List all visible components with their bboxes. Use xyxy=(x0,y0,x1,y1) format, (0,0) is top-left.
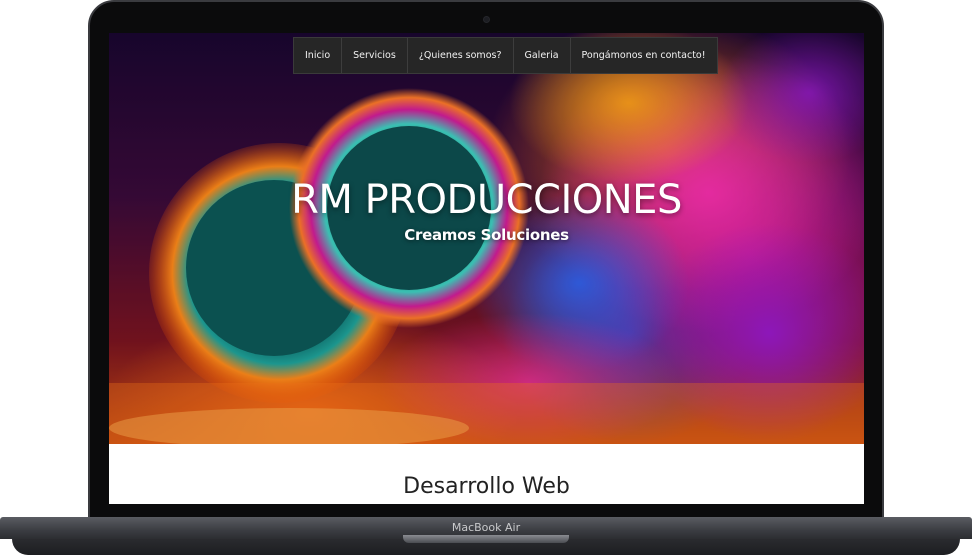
device-mockup: Inicio Servicios ¿Quienes somos? Galeria… xyxy=(0,0,972,558)
laptop-base: MacBook Air xyxy=(0,517,972,558)
hero-title: RM PRODUCCIONES xyxy=(291,177,682,223)
hinge-notch xyxy=(403,535,569,543)
nav-item-contacto[interactable]: Pongámonos en contacto! xyxy=(571,38,717,73)
section-title: Desarrollo Web xyxy=(403,474,570,499)
hero-banner: Inicio Servicios ¿Quienes somos? Galeria… xyxy=(109,33,864,444)
nav-item-galeria[interactable]: Galeria xyxy=(514,38,571,73)
camera-icon xyxy=(484,17,489,22)
nav-item-servicios[interactable]: Servicios xyxy=(342,38,408,73)
nav-item-inicio[interactable]: Inicio xyxy=(294,38,343,73)
content-section: Desarrollo Web xyxy=(109,444,864,504)
main-navbar: Inicio Servicios ¿Quienes somos? Galeria… xyxy=(293,37,718,74)
device-label: MacBook Air xyxy=(451,521,521,534)
hero-subtitle: Creamos Soluciones xyxy=(404,226,569,244)
nav-item-quienes-somos[interactable]: ¿Quienes somos? xyxy=(408,38,514,73)
laptop-screen: Inicio Servicios ¿Quienes somos? Galeria… xyxy=(109,33,864,504)
